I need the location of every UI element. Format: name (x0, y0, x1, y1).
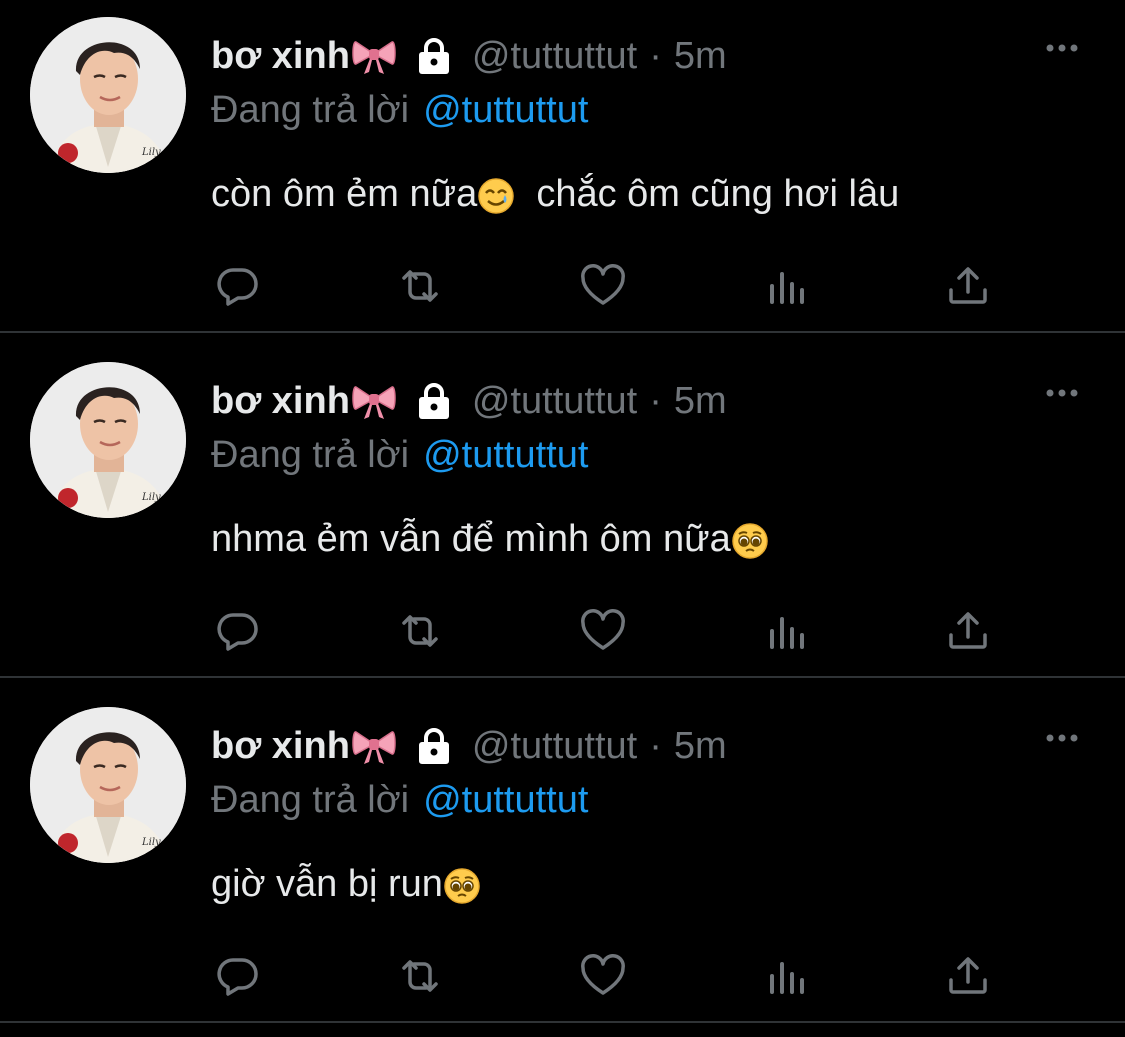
reply-prefix: Đang trả lời (211, 779, 410, 821)
tweet-actions (210, 948, 1010, 1004)
tweet-0[interactable]: Lily bơ xinh @tuttuttut · 5m Đang trả lờ… (0, 0, 1125, 333)
views-button[interactable] (758, 258, 814, 314)
timestamp[interactable]: 5m (674, 375, 727, 427)
tweet-text: nhma ẻm vẫn để mình ôm nữa (211, 511, 769, 567)
lock-icon (414, 726, 454, 766)
like-icon (581, 954, 625, 995)
display-name[interactable]: bơ xinh (211, 30, 350, 82)
ribbon-bow-icon (352, 381, 396, 421)
separator-dot: · (649, 380, 662, 422)
tweet-text: còn ôm ẻm nữa chắc ôm cũng hơi lâu (211, 166, 899, 222)
avatar[interactable]: Lily (30, 17, 186, 173)
views-button[interactable] (758, 603, 814, 659)
tweet-header: bơ xinh @tuttuttut · 5m (211, 375, 727, 427)
timestamp[interactable]: 5m (674, 720, 727, 772)
retweet-icon (402, 960, 438, 992)
ribbon-bow-icon (352, 36, 396, 76)
more-options-icon[interactable] (1044, 38, 1080, 58)
reply-button[interactable] (210, 258, 266, 314)
views-icon (770, 962, 804, 994)
share-button[interactable] (940, 948, 996, 1004)
reply-target-link[interactable]: @tuttuttut (423, 434, 588, 476)
views-button[interactable] (758, 948, 814, 1004)
share-icon (949, 957, 987, 994)
tweet-text-part: còn ôm ẻm nữa (211, 173, 478, 215)
share-icon (949, 612, 987, 649)
tweet-actions (210, 258, 1010, 314)
lock-icon (414, 381, 454, 421)
retweet-icon (402, 270, 438, 302)
user-handle[interactable]: @tuttuttut (472, 375, 637, 427)
reply-icon (217, 613, 258, 651)
display-name[interactable]: bơ xinh (211, 720, 350, 772)
svg-text:Lily: Lily (141, 147, 161, 158)
tweet-text-part: giờ vẫn bị run (211, 863, 443, 905)
avatar[interactable]: Lily (30, 707, 186, 863)
reply-button[interactable] (210, 603, 266, 659)
replying-to: Đang trả lời @tuttuttut (211, 774, 588, 826)
like-button[interactable] (575, 948, 631, 1004)
tweet-text: giờ vẫn bị run (211, 856, 481, 912)
retweet-button[interactable] (392, 603, 448, 659)
reply-target-link[interactable]: @tuttuttut (423, 779, 588, 821)
replying-to: Đang trả lời @tuttuttut (211, 84, 588, 136)
timestamp[interactable]: 5m (674, 30, 727, 82)
tweet-2[interactable]: Lily bơ xinh @tuttuttut · 5m Đang trả lờ… (0, 690, 1125, 1023)
reply-prefix: Đang trả lời (211, 89, 410, 131)
reply-target-link[interactable]: @tuttuttut (423, 89, 588, 131)
display-name[interactable]: bơ xinh (211, 375, 350, 427)
svg-text:Lily: Lily (141, 837, 161, 848)
separator-dot: · (649, 725, 662, 767)
retweet-icon (402, 615, 438, 647)
views-icon (770, 617, 804, 649)
reply-icon (217, 268, 258, 306)
reply-icon (217, 958, 258, 996)
separator-dot: · (649, 35, 662, 77)
tweet-header: bơ xinh @tuttuttut · 5m (211, 720, 727, 772)
tweet-actions (210, 603, 1010, 659)
user-handle[interactable]: @tuttuttut (472, 30, 637, 82)
reply-prefix: Đang trả lời (211, 434, 410, 476)
pleading-face-icon (443, 865, 481, 904)
svg-text:Lily: Lily (141, 492, 161, 503)
like-icon (581, 609, 625, 650)
like-icon (581, 264, 625, 305)
smiling-face-with-tear-icon (477, 175, 515, 214)
more-options-icon[interactable] (1044, 383, 1080, 403)
like-button[interactable] (575, 603, 631, 659)
share-icon (949, 267, 987, 304)
tweet-header: bơ xinh @tuttuttut · 5m (211, 30, 727, 82)
share-button[interactable] (940, 603, 996, 659)
pleading-face-icon (731, 520, 769, 559)
share-button[interactable] (940, 258, 996, 314)
more-options-icon[interactable] (1044, 728, 1080, 748)
retweet-button[interactable] (392, 258, 448, 314)
reply-button[interactable] (210, 948, 266, 1004)
replying-to: Đang trả lời @tuttuttut (211, 429, 588, 481)
views-icon (770, 272, 804, 304)
lock-icon (414, 36, 454, 76)
tweet-text-part: chắc ôm cũng hơi lâu (515, 173, 900, 215)
like-button[interactable] (575, 258, 631, 314)
ribbon-bow-icon (352, 726, 396, 766)
tweet-text-part: nhma ẻm vẫn để mình ôm nữa (211, 518, 731, 560)
avatar[interactable]: Lily (30, 362, 186, 518)
user-handle[interactable]: @tuttuttut (472, 720, 637, 772)
tweet-1[interactable]: Lily bơ xinh @tuttuttut · 5m Đang trả lờ… (0, 345, 1125, 678)
retweet-button[interactable] (392, 948, 448, 1004)
